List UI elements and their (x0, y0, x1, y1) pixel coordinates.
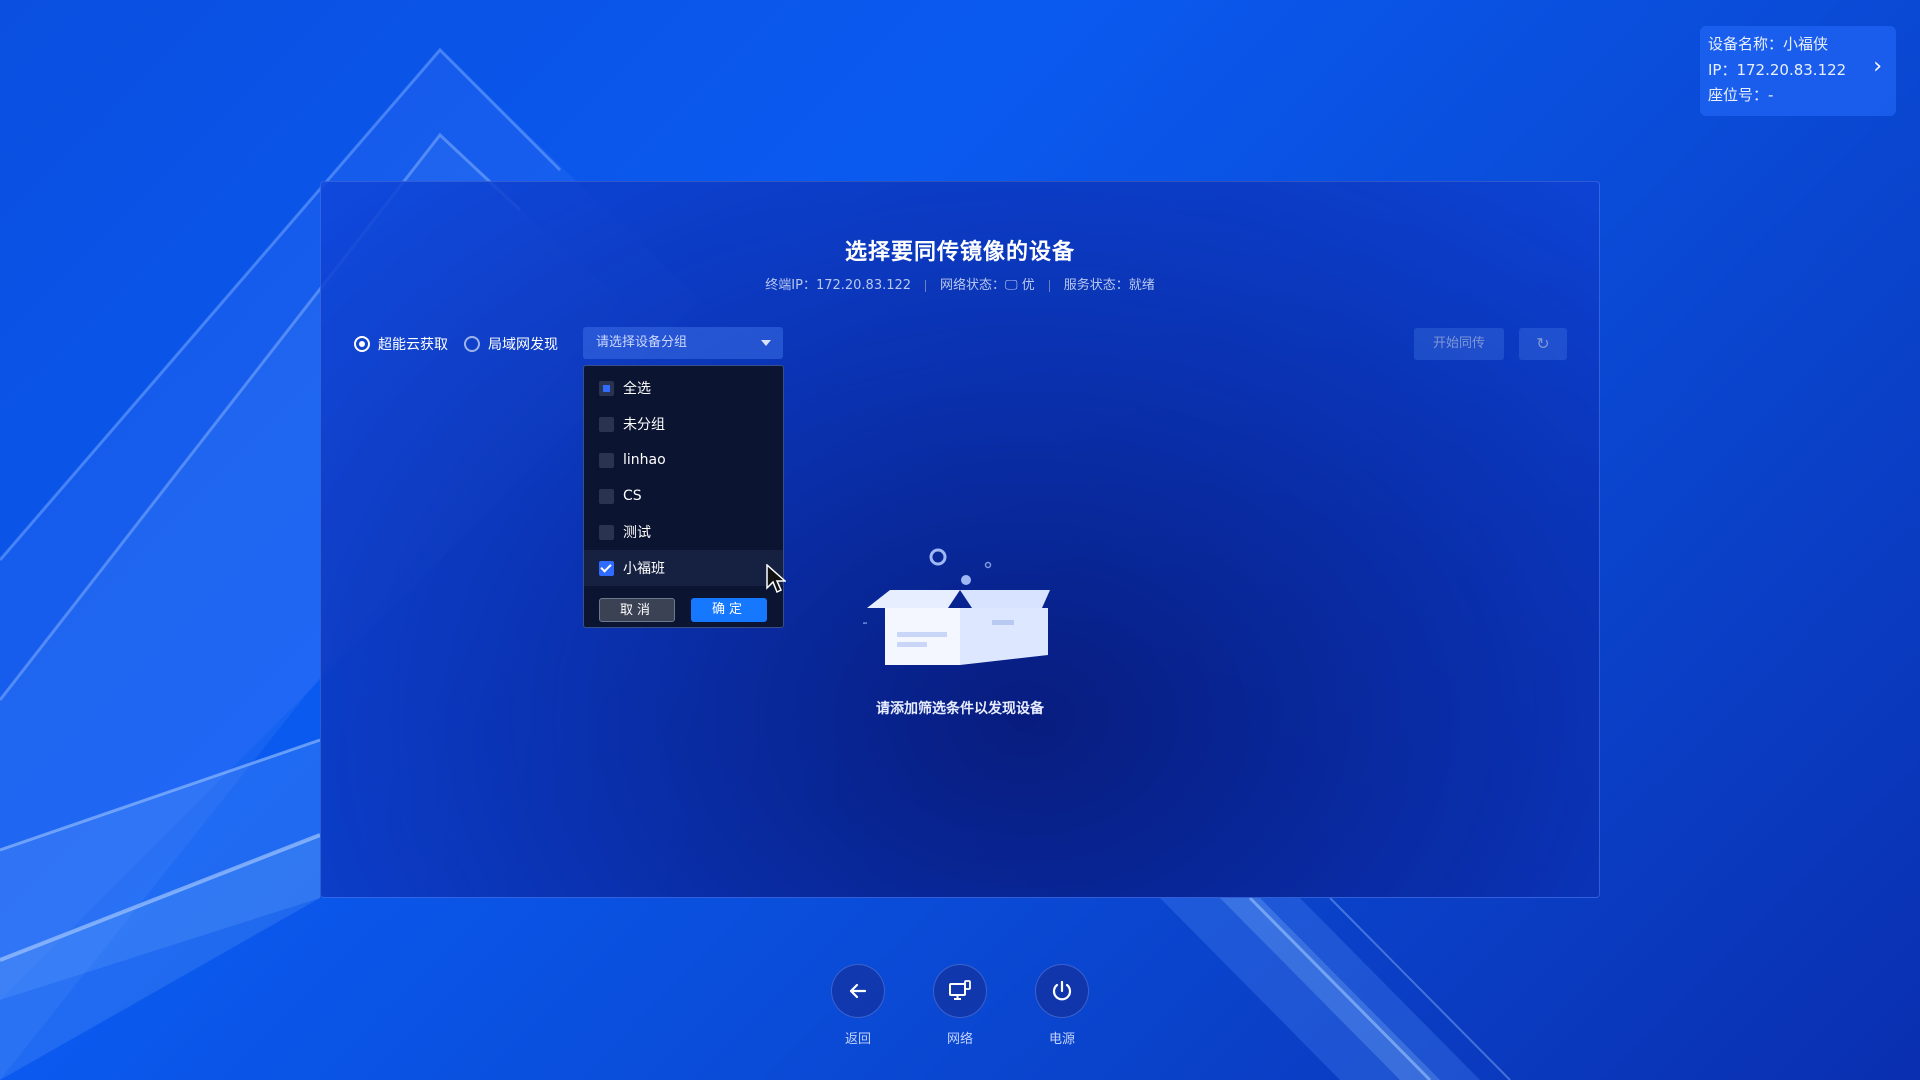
mouse-cursor-icon (766, 564, 786, 594)
dropdown-cancel-button[interactable]: 取消 (599, 598, 675, 622)
source-radio-group: 超能云获取 局域网发现 (354, 334, 574, 354)
mirror-sync-panel: 选择要同传镜像的设备 终端IP：172.20.83.122 网络状态：🖵 优 服务状… (320, 181, 1600, 898)
dropdown-item-test[interactable]: 测试 (584, 514, 783, 550)
radio-unchecked-icon (464, 336, 480, 352)
nav-back[interactable]: 返回 (831, 964, 885, 1047)
dropdown-item-select-all[interactable]: 全选 (584, 370, 783, 406)
dropdown-item-label: 测试 (623, 525, 651, 541)
back-button[interactable] (831, 964, 885, 1018)
device-ip: IP：172.20.83.122 (1708, 60, 1847, 79)
service-status: 服务状态：就绪 (1063, 278, 1155, 293)
nav-label: 返回 (844, 1032, 871, 1047)
network-button[interactable] (933, 964, 987, 1018)
page-title: 选择要同传镜像的设备 (844, 240, 1075, 265)
power-button[interactable] (1035, 964, 1089, 1018)
arrow-left-icon (849, 983, 867, 999)
empty-state-text: 请添加筛选条件以发现设备 (876, 701, 1044, 717)
radio-label: 局域网发现 (488, 337, 558, 353)
start-sync-button[interactable]: 开始同传 (1414, 328, 1504, 360)
device-name: 设备名称：小福侠 (1708, 35, 1829, 53)
refresh-button[interactable]: ↻ (1519, 328, 1567, 360)
checkbox-icon (599, 488, 614, 504)
divider (1048, 279, 1050, 292)
dropdown-item-ungrouped[interactable]: 未分组 (584, 406, 783, 442)
network-status: 网络状态：🖵 优 (940, 278, 1035, 293)
group-dropdown: 全选 未分组 linhao CS 测试 小福班 取消 确定 (583, 365, 784, 628)
dropdown-item-label: 未分组 (623, 417, 665, 433)
checkbox-icon (599, 524, 614, 540)
terminal-ip: 终端IP：172.20.83.122 (765, 278, 912, 293)
dropdown-item-xiaofu-class[interactable]: 小福班 (584, 550, 783, 586)
caret-down-icon (761, 340, 771, 346)
divider (925, 279, 927, 292)
checkbox-partial-icon (599, 380, 614, 396)
dropdown-item-label: 全选 (623, 381, 651, 397)
dropdown-item-label: 小福班 (623, 561, 665, 577)
status-line: 终端IP：172.20.83.122 网络状态：🖵 优 服务状态：就绪 (321, 274, 1599, 293)
dropdown-confirm-button[interactable]: 确定 (691, 598, 767, 622)
radio-cloud[interactable]: 超能云获取 (354, 334, 448, 354)
nav-network[interactable]: 网络 (933, 964, 987, 1047)
checkbox-icon (599, 452, 614, 468)
select-placeholder: 请选择设备分组 (596, 335, 688, 350)
group-select[interactable]: 请选择设备分组 (583, 327, 783, 359)
radio-lan[interactable]: 局域网发现 (464, 334, 558, 354)
nav-label: 网络 (946, 1032, 973, 1047)
seat-number: 座位号：- (1708, 86, 1774, 104)
radio-checked-icon (354, 336, 370, 352)
dropdown-item-cs[interactable]: CS (584, 478, 783, 514)
checkbox-icon (599, 416, 614, 432)
chevron-right-icon[interactable]: › (1873, 54, 1882, 80)
nav-power[interactable]: 电源 (1035, 964, 1089, 1047)
empty-box-icon (860, 548, 1050, 665)
radio-label: 超能云获取 (378, 337, 448, 353)
device-info-card[interactable]: 设备名称：小福侠 IP：172.20.83.122 座位号：- › (1700, 26, 1896, 116)
dropdown-item-linhao[interactable]: linhao (584, 442, 783, 478)
nav-label: 电源 (1048, 1032, 1075, 1047)
power-icon (1052, 980, 1072, 1001)
network-monitor-icon (949, 980, 971, 1000)
refresh-icon: ↻ (1536, 334, 1550, 353)
dropdown-item-label: CS (623, 488, 642, 504)
checkbox-checked-icon (599, 560, 614, 576)
dropdown-item-label: linhao (623, 452, 666, 468)
